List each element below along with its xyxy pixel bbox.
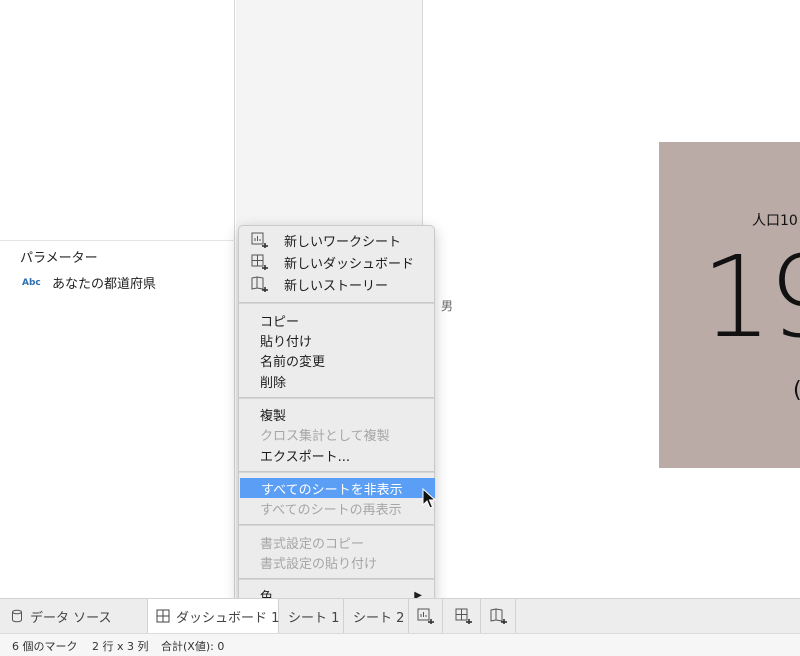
menu-label: 新しいダッシュボード: [284, 256, 415, 272]
menu-new-worksheet[interactable]: 新しいワークシート: [239, 230, 434, 250]
new-dashboard-tab-button[interactable]: [448, 599, 481, 633]
kpi-subvalue: (: [793, 378, 800, 403]
menu-separator: [239, 302, 434, 304]
tab-data-source[interactable]: データ ソース: [10, 599, 111, 633]
parameters-divider: [0, 240, 235, 241]
string-type-icon: Abc: [22, 277, 41, 288]
tab-context-menu: 新しいワークシート 新しいダッシュボード 新しいストーリー コピー 貼り付け 名…: [238, 225, 435, 608]
data-pane: パラメーター Abc あなたの都道府県: [0, 0, 235, 598]
menu-paste-formatting: 書式設定の貼り付け: [260, 556, 378, 572]
tab-label: データ ソース: [30, 610, 112, 626]
status-bar: 6 個のマーク 2 行 x 3 列 合計(X値): 0: [0, 633, 800, 656]
database-icon: [10, 609, 24, 623]
menu-label: 新しいワークシート: [284, 234, 402, 250]
menu-unhide-all-sheets: すべてのシートの再表示: [260, 502, 402, 518]
menu-new-dashboard[interactable]: 新しいダッシュボード: [239, 252, 434, 272]
menu-duplicate-as-crosstab: クロス集計として複製: [260, 428, 390, 444]
menu-paste[interactable]: 貼り付け: [239, 330, 434, 350]
new-dashboard-icon: [251, 254, 271, 270]
tab-sheet-2[interactable]: シート 2: [345, 599, 409, 633]
new-story-icon: [251, 276, 271, 292]
menu-separator: [239, 578, 434, 580]
status-mark-count: 6 個のマーク: [12, 640, 78, 653]
status-sum: 合計(X値): 0: [161, 640, 225, 653]
menu-label: 新しいストーリー: [284, 278, 389, 294]
menu-separator: [239, 471, 434, 473]
tab-dashboard-1[interactable]: ダッシュボード 1: [147, 599, 279, 633]
menu-hide-all-sheets[interactable]: すべてのシートを非表示: [240, 478, 435, 498]
parameter-item[interactable]: Abc あなたの都道府県: [22, 273, 156, 292]
sheet-tab-bar: データ ソース ダッシュボード 1 シート 1 シート 2: [0, 598, 800, 633]
dashboard-icon: [156, 609, 170, 623]
tab-label: ダッシュボード 1: [176, 610, 280, 626]
menu-delete[interactable]: 削除: [239, 371, 434, 391]
new-worksheet-icon: [251, 232, 271, 248]
status-rows-cols: 2 行 x 3 列: [92, 640, 149, 653]
menu-copy[interactable]: コピー: [239, 310, 434, 330]
mouse-pointer-icon: [422, 488, 437, 509]
menu-export[interactable]: エクスポート...: [239, 445, 434, 465]
tab-sheet-1[interactable]: シート 1: [280, 599, 344, 633]
kpi-card[interactable]: 人口10 19 (: [659, 142, 800, 468]
parameters-header: パラメーター: [20, 251, 98, 266]
new-worksheet-icon: [417, 608, 434, 624]
kpi-title: 人口10: [752, 213, 798, 229]
menu-rename[interactable]: 名前の変更: [239, 350, 434, 370]
new-worksheet-tab-button[interactable]: [410, 599, 443, 633]
new-story-tab-button[interactable]: [483, 599, 516, 633]
menu-new-story[interactable]: 新しいストーリー: [239, 274, 434, 294]
menu-copy-formatting: 書式設定のコピー: [260, 536, 365, 552]
menu-separator: [239, 397, 434, 399]
new-dashboard-icon: [455, 608, 472, 624]
gender-label: 男: [441, 299, 454, 313]
menu-duplicate[interactable]: 複製: [239, 404, 434, 424]
new-story-icon: [490, 608, 507, 624]
parameter-label: あなたの都道府県: [52, 277, 157, 292]
kpi-value: 19: [701, 233, 800, 363]
menu-separator: [239, 524, 434, 526]
